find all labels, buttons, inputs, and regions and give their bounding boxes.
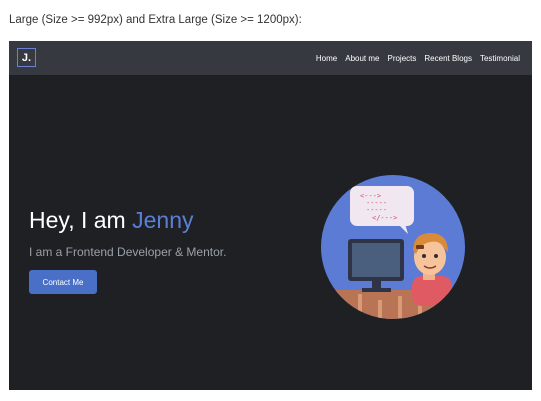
navbar: J. Home About me Projects Recent Blogs T… bbox=[9, 41, 532, 75]
nav-links: Home About me Projects Recent Blogs Test… bbox=[316, 41, 520, 75]
nav-link-home[interactable]: Home bbox=[316, 54, 337, 63]
site-logo[interactable]: J. bbox=[17, 48, 36, 67]
code-line-4: </---> bbox=[372, 214, 397, 222]
nav-link-testimonial[interactable]: Testimonial bbox=[480, 54, 520, 63]
developer-illustration: <---> ----- ----- </---> bbox=[321, 175, 465, 319]
hero-greeting: Hey, I am bbox=[29, 207, 133, 233]
nav-link-projects[interactable]: Projects bbox=[387, 54, 416, 63]
website-preview: J. Home About me Projects Recent Blogs T… bbox=[9, 41, 532, 390]
hero-name: Jenny bbox=[132, 207, 194, 233]
contact-me-button[interactable]: Contact Me bbox=[29, 270, 97, 294]
nav-link-about-me[interactable]: About me bbox=[345, 54, 379, 63]
nav-link-recent-blogs[interactable]: Recent Blogs bbox=[424, 54, 472, 63]
hero-subtitle: I am a Frontend Developer & Mentor. bbox=[29, 245, 227, 259]
section-caption: Large (Size >= 992px) and Extra Large (S… bbox=[9, 14, 302, 26]
hero-title: Hey, I am Jenny bbox=[29, 207, 193, 234]
code-line-3: ----- bbox=[366, 206, 387, 214]
